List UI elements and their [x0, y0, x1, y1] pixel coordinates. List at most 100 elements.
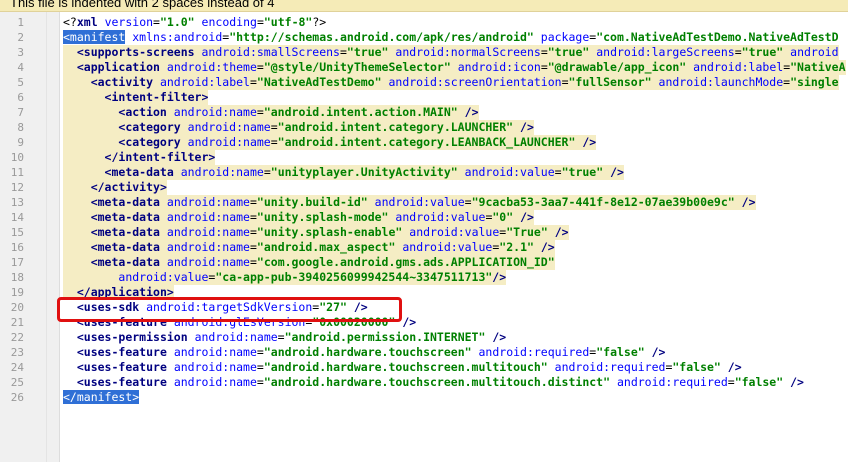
code-token: android:icon — [457, 60, 541, 74]
code-line[interactable]: 25 <uses-feature android:name="android.h… — [0, 375, 848, 390]
code-token: android:normalScreens — [395, 45, 541, 59]
code-line[interactable]: 2 <manifest xmlns:android="http://schemas… — [0, 30, 848, 45]
code-token: "@style/UnityThemeSelector" — [263, 60, 451, 74]
code-token: = — [554, 165, 562, 179]
code-line[interactable]: 4 <application android:theme="@style/Uni… — [0, 60, 848, 75]
code-token: /> — [651, 345, 666, 359]
code-text: <application android:theme="@style/Unity… — [63, 60, 846, 75]
code-editor[interactable]: 1 <?xml version="1.0" encoding="utf-8"?> 2… — [0, 15, 848, 405]
code-token: android:smallScreens — [201, 45, 340, 59]
code-token: android — [790, 45, 839, 59]
code-token: /> — [540, 240, 555, 254]
code-token: "unity.splash-enable" — [256, 225, 403, 239]
code-line[interactable]: 10 </intent-filter> — [0, 150, 848, 165]
code-line[interactable]: 24 <uses-feature android:name="android.h… — [0, 360, 848, 375]
code-token: android:name — [180, 165, 264, 179]
code-text: <meta-data android:name="unity.splash-mo… — [63, 210, 534, 225]
code-token: <supports-screens — [76, 45, 195, 59]
code-token: = — [540, 60, 548, 74]
code-line[interactable]: 18 android:value="ca-app-pub-39402560999… — [0, 270, 848, 285]
code-token: android:name — [194, 330, 278, 344]
code-line[interactable]: 21 <uses-feature android:glEsVersion="0x… — [0, 315, 848, 330]
line-number: 4 — [17, 61, 24, 74]
code-line[interactable]: 12 </activity> — [0, 180, 848, 195]
code-text: <activity android:label="NativeAdTestDem… — [63, 75, 839, 90]
code-line[interactable]: 20 <uses-sdk android:targetSdkVersion="2… — [0, 300, 848, 315]
code-token: android:screenOrientation — [388, 75, 562, 89]
code-token: = — [727, 375, 735, 389]
code-line[interactable]: 23 <uses-feature android:name="android.h… — [0, 345, 848, 360]
code-token: <meta-data — [104, 165, 174, 179]
line-number: 9 — [17, 136, 24, 149]
code-token: "false" — [596, 345, 645, 359]
code-line[interactable]: 26 </manifest> — [0, 390, 848, 405]
code-line[interactable]: 3 <supports-screens android:smallScreens… — [0, 45, 848, 60]
code-line[interactable]: 15 <meta-data android:name="unity.splash… — [0, 225, 848, 240]
code-line[interactable]: 8 <category android:name="android.intent… — [0, 120, 848, 135]
code-token: "unity.build-id" — [256, 195, 368, 209]
code-token: android:name — [166, 225, 250, 239]
code-line[interactable]: 5 <activity android:label="NativeAdTestD… — [0, 75, 848, 90]
code-token: android:name — [166, 240, 250, 254]
code-token: <meta-data — [90, 195, 160, 209]
line-number: 11 — [10, 166, 24, 179]
code-token: <meta-data — [90, 255, 160, 269]
code-line[interactable]: 14 <meta-data android:name="unity.splash… — [0, 210, 848, 225]
line-number: 26 — [10, 391, 24, 404]
code-token: android:value — [118, 270, 209, 284]
code-token: android:launchMode — [658, 75, 784, 89]
code-line[interactable]: 17 <meta-data android:name="com.google.a… — [0, 255, 848, 270]
code-line[interactable]: 7 <action android:name="android.intent.a… — [0, 105, 848, 120]
code-token: = — [256, 375, 264, 389]
code-token: "True" — [506, 225, 548, 239]
code-token: "android.hardware.touchscreen.multitouch… — [263, 375, 611, 389]
code-token: = — [249, 210, 257, 224]
code-token: <uses-feature — [76, 360, 167, 374]
code-line[interactable]: 6 <intent-filter> — [0, 90, 848, 105]
code-text: <meta-data android:name="android.max_asp… — [63, 240, 555, 255]
code-text: <manifest xmlns:android="http://schemas.… — [63, 30, 839, 45]
code-line[interactable]: 1 <?xml version="1.0" encoding="utf-8"?> — [0, 15, 848, 30]
line-number: 3 — [17, 46, 24, 59]
code-line[interactable]: 13 <meta-data android:name="unity.build-… — [0, 195, 848, 210]
code-token: xmlns:android — [132, 30, 223, 44]
code-token: <uses-sdk — [76, 300, 140, 314]
code-line[interactable]: 16 <meta-data android:name="android.max_… — [0, 240, 848, 255]
line-number: 24 — [10, 361, 24, 374]
code-text: <uses-feature android:name="android.hard… — [63, 375, 804, 390]
code-token: = — [249, 225, 257, 239]
code-token: android:name — [166, 195, 250, 209]
code-token: /> — [610, 165, 624, 179]
code-text: <uses-sdk android:targetSdkVersion="27" … — [63, 300, 368, 315]
code-token: = — [339, 45, 347, 59]
code-line[interactable]: 11 <meta-data android:name="unityplayer.… — [0, 165, 848, 180]
code-token: "false" — [734, 375, 784, 389]
code-token: android:name — [166, 255, 250, 269]
code-line[interactable]: 9 <category android:name="android.intent… — [0, 135, 848, 150]
code-token: "android.intent.action.MAIN" — [263, 105, 458, 119]
code-token: <category — [118, 120, 181, 134]
code-token: "NativeA — [790, 60, 846, 74]
code-token: = — [540, 45, 548, 59]
code-line[interactable]: 19 </application> — [0, 285, 848, 300]
code-line[interactable]: 22 <uses-permission android:name="androi… — [0, 330, 848, 345]
